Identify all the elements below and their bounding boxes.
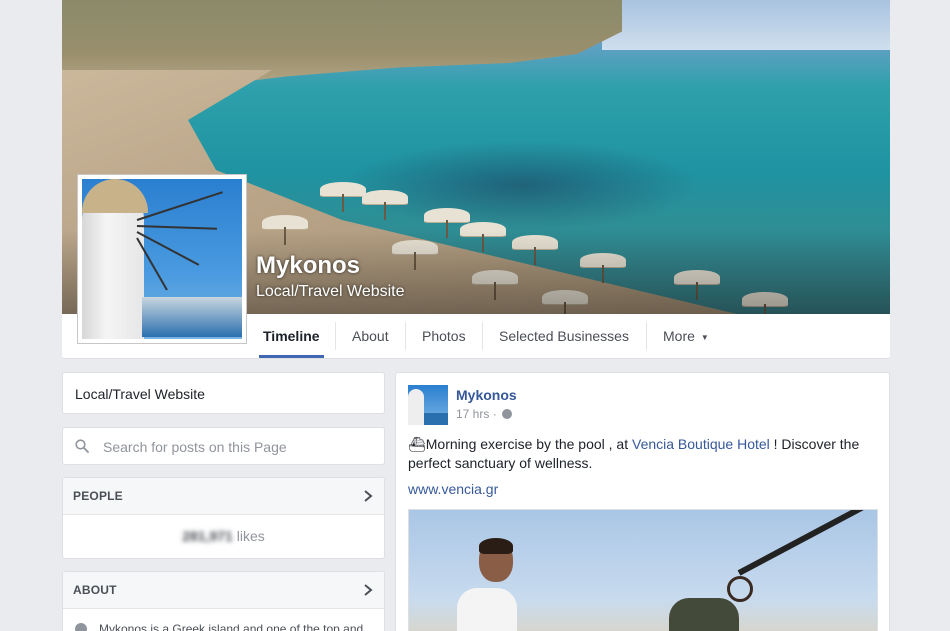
category-label[interactable]: Local/Travel Website <box>75 386 205 402</box>
info-icon <box>75 623 87 631</box>
globe-icon[interactable] <box>502 409 513 419</box>
about-header[interactable]: ABOUT <box>63 572 384 609</box>
photo-trx-handle <box>727 576 753 602</box>
post-meta: 17 hrs · <box>456 407 513 421</box>
likes-label: likes <box>236 528 265 544</box>
windmill-sail <box>136 231 200 266</box>
likes-summary: 281,971 likes <box>63 515 384 557</box>
beach-umbrella <box>320 182 366 212</box>
chevron-right-icon[interactable] <box>362 583 374 597</box>
profile-sea <box>142 297 242 337</box>
people-header[interactable]: PEOPLE <box>63 478 384 515</box>
profile-picture[interactable] <box>77 174 247 344</box>
cover-sky <box>602 0 890 50</box>
post-text: ⛴Morning exercise by the pool , at Venci… <box>408 435 878 473</box>
windmill-sail <box>136 191 223 221</box>
windmill-sail <box>136 225 217 230</box>
page-title[interactable]: Mykonos <box>256 252 360 280</box>
caret-down-icon: ▼ <box>700 332 709 342</box>
chevron-right-icon[interactable] <box>362 489 374 503</box>
tab-photos[interactable]: Photos <box>422 314 466 359</box>
beach-umbrella <box>424 208 470 238</box>
category-card: Local/Travel Website <box>62 372 385 414</box>
tab-about[interactable]: About <box>352 314 389 359</box>
search-input[interactable] <box>103 436 373 458</box>
people-card: PEOPLE 281,971 likes <box>62 477 385 559</box>
about-text: Mykonos is a Greek island and one of the… <box>99 622 364 631</box>
about-card: ABOUT Mykonos is a Greek island and one … <box>62 571 385 631</box>
photo-person-hair <box>479 538 513 554</box>
post-timestamp[interactable]: 17 hrs <box>456 407 489 421</box>
post-photo[interactable] <box>408 509 878 631</box>
beach-umbrella <box>262 215 308 245</box>
tab-timeline[interactable]: Timeline <box>259 314 324 359</box>
timeline-post: Mykonos 17 hrs · ⛴Morning exercise by th… <box>395 372 890 631</box>
nav-divider <box>482 322 483 350</box>
likes-count: 281,971 <box>182 528 233 544</box>
search-icon <box>75 439 89 453</box>
tab-more-label: More <box>663 328 695 344</box>
post-author-avatar[interactable] <box>408 385 448 425</box>
windmill-roof <box>82 179 148 213</box>
nav-divider <box>335 322 336 350</box>
people-heading: PEOPLE <box>73 489 123 503</box>
beach-umbrella <box>362 190 408 220</box>
photo-trx-strap <box>737 510 877 576</box>
tab-more[interactable]: More ▼ <box>663 314 709 359</box>
nav-divider <box>646 322 647 350</box>
cover-water-shadow <box>342 140 702 230</box>
tab-selected-businesses[interactable]: Selected Businesses <box>499 314 629 359</box>
meta-separator: · <box>492 407 501 421</box>
page-category[interactable]: Local/Travel Website <box>256 283 405 301</box>
post-author-name[interactable]: Mykonos <box>456 387 517 403</box>
post-text-start: ⛴Morning exercise by the pool , at <box>408 436 632 452</box>
post-place-link[interactable]: Vencia Boutique Hotel <box>632 436 770 452</box>
page-post-search <box>62 427 385 465</box>
about-description: Mykonos is a Greek island and one of the… <box>63 609 384 631</box>
about-heading: ABOUT <box>73 583 117 597</box>
photo-person-arm <box>669 598 739 631</box>
photo-person-body <box>457 588 517 631</box>
post-url-link[interactable]: www.vencia.gr <box>408 481 498 497</box>
nav-divider <box>405 322 406 350</box>
